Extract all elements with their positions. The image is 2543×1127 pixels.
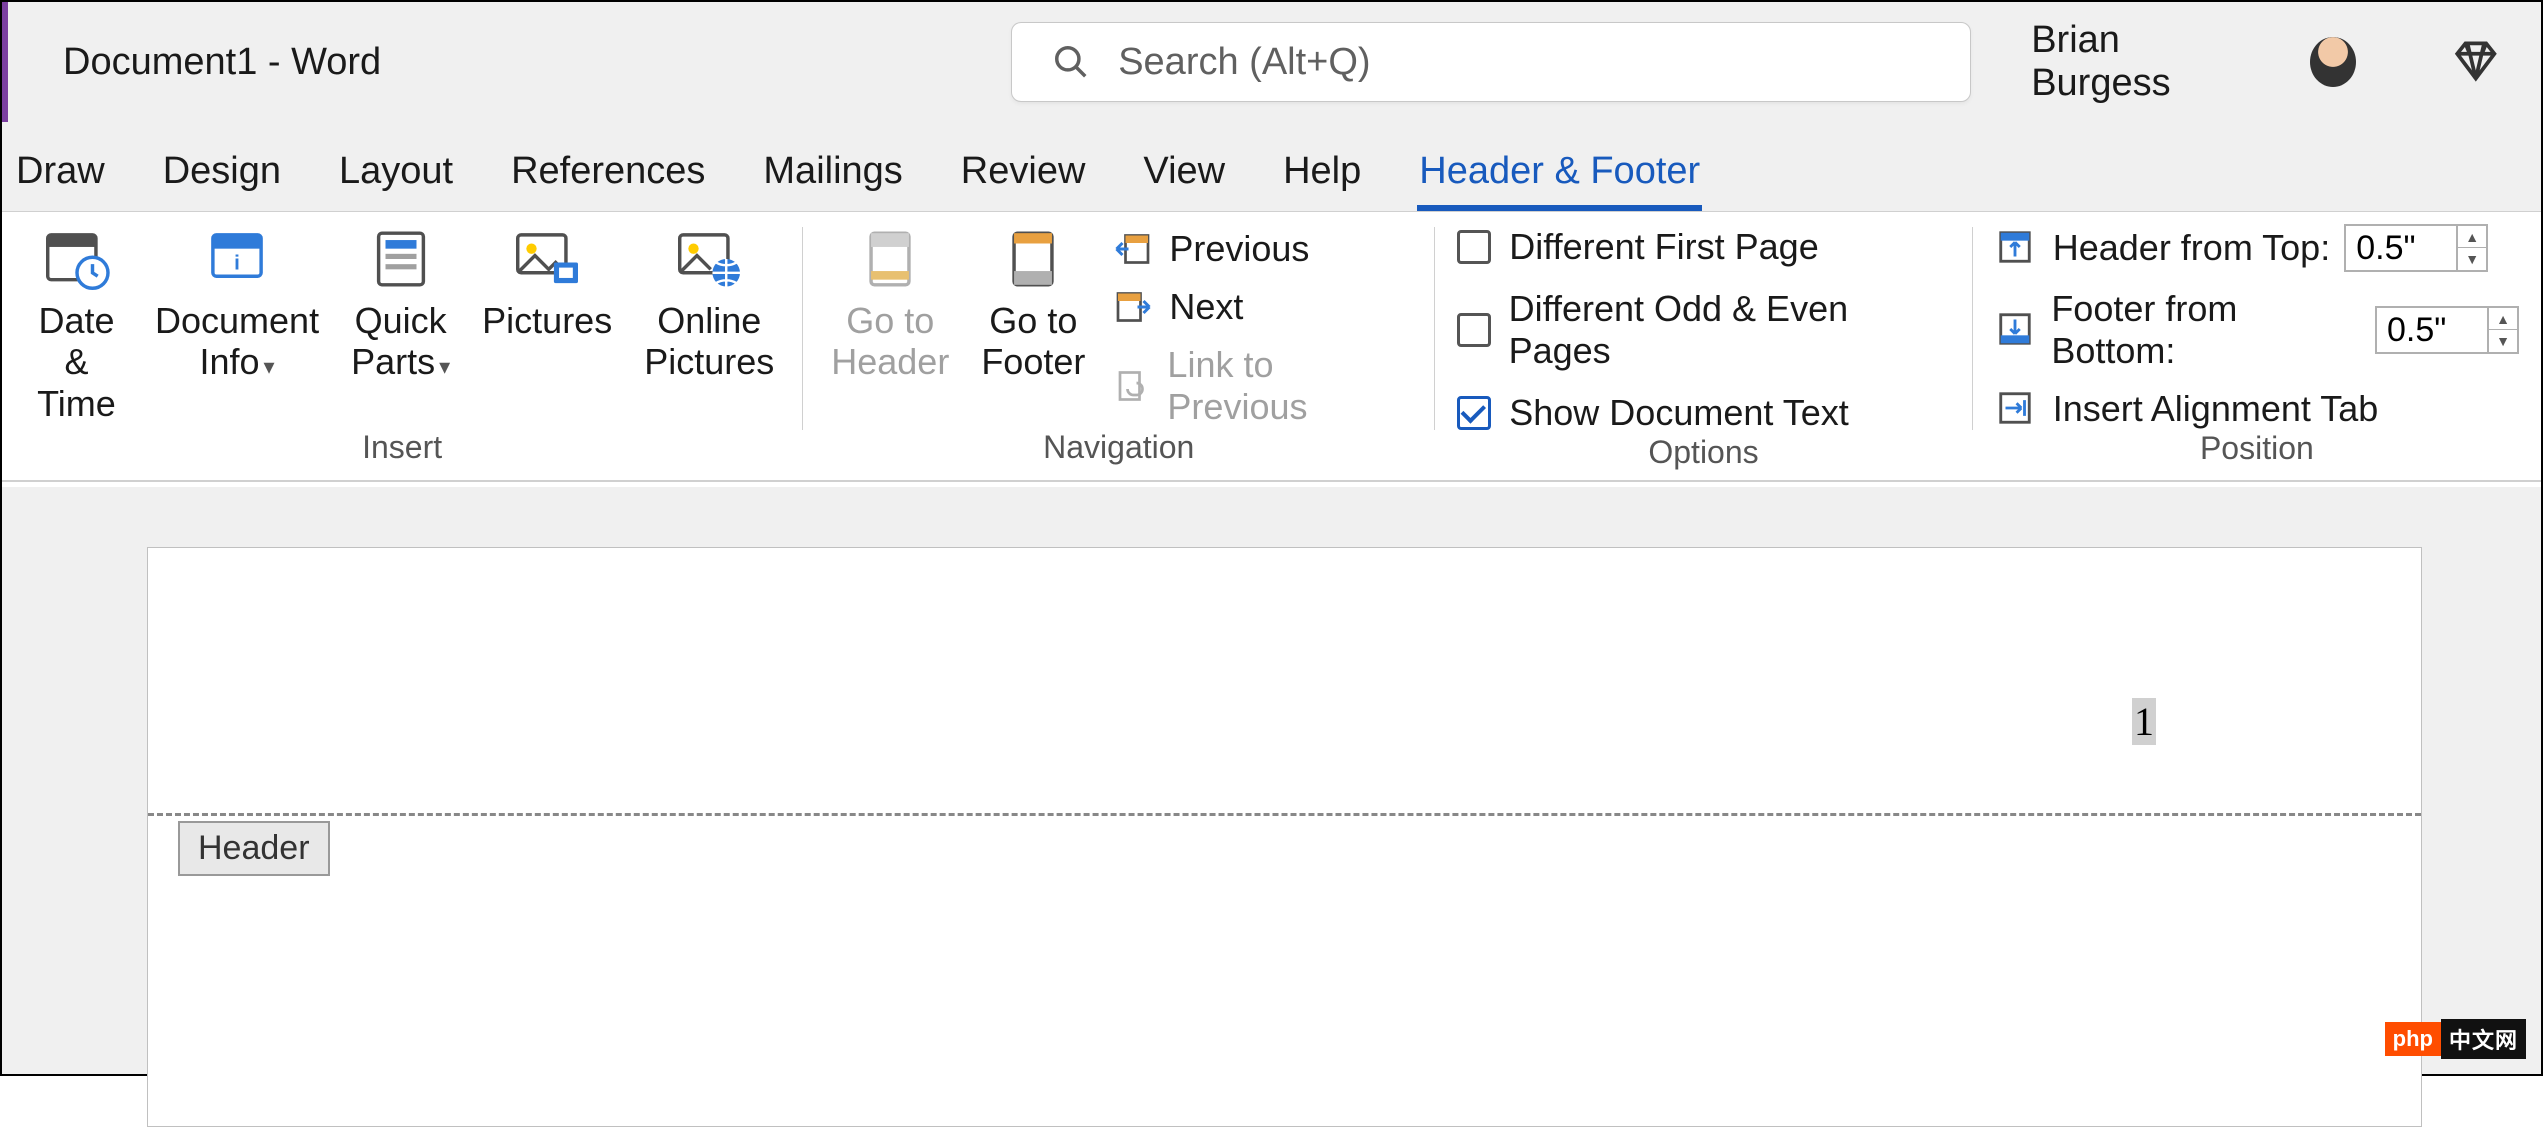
group-options-label: Options xyxy=(1457,434,1950,477)
link-to-previous-label: Link to Previous xyxy=(1167,344,1412,428)
document-info-label: Document Info xyxy=(155,300,319,382)
show-document-text-label: Show Document Text xyxy=(1509,392,1849,434)
show-document-text-checkbox[interactable]: Show Document Text xyxy=(1457,392,1950,434)
tab-header-footer[interactable]: Header & Footer xyxy=(1417,150,1702,211)
footer-from-bottom-input[interactable] xyxy=(2377,311,2487,350)
go-to-header-label: Go to Header xyxy=(831,300,949,383)
different-odd-even-label: Different Odd & Even Pages xyxy=(1509,288,1950,372)
pictures-button[interactable]: Pictures xyxy=(476,224,618,345)
svg-text:i: i xyxy=(234,251,240,274)
document-info-button[interactable]: i Document Info▾ xyxy=(149,224,325,387)
online-pictures-label: Online Pictures xyxy=(644,300,774,383)
tab-draw[interactable]: Draw xyxy=(14,150,107,211)
date-time-label: Date & Time xyxy=(30,300,123,424)
header-from-top-input[interactable] xyxy=(2346,229,2456,268)
tab-design[interactable]: Design xyxy=(161,150,283,211)
different-first-page-checkbox[interactable]: Different First Page xyxy=(1457,226,1950,268)
go-to-footer-label: Go to Footer xyxy=(981,300,1085,383)
date-time-button[interactable]: Date & Time xyxy=(24,224,129,428)
group-insert-label: Insert xyxy=(24,429,780,472)
previous-button[interactable]: Previous xyxy=(1111,228,1412,270)
watermark-left: php xyxy=(2385,1022,2441,1056)
footer-bottom-icon xyxy=(1995,310,2038,350)
go-to-footer-icon xyxy=(997,228,1069,290)
checkbox-checked-icon xyxy=(1457,396,1491,430)
watermark-right: 中文网 xyxy=(2441,1019,2526,1059)
tab-help[interactable]: Help xyxy=(1281,150,1363,211)
quick-parts-label: Quick Parts xyxy=(351,300,447,382)
header-top-icon xyxy=(1995,228,2039,268)
pictures-label: Pictures xyxy=(482,300,612,341)
search-box[interactable]: Search (Alt+Q) xyxy=(1011,22,1971,102)
footer-from-bottom-row: Footer from Bottom: ▲▼ xyxy=(1995,288,2519,372)
tab-mailings[interactable]: Mailings xyxy=(761,150,904,211)
header-from-top-label: Header from Top: xyxy=(2053,227,2330,269)
calendar-clock-icon xyxy=(41,228,113,290)
group-position-label: Position xyxy=(1995,430,2519,473)
header-boundary-line xyxy=(148,813,2421,816)
document-canvas[interactable]: 1 Header xyxy=(2,487,2541,1074)
spin-up-icon[interactable]: ▲ xyxy=(2489,308,2517,330)
avatar[interactable] xyxy=(2310,37,2356,87)
go-to-header-icon xyxy=(854,228,926,290)
document-info-icon: i xyxy=(201,228,273,290)
header-from-top-spinner[interactable]: ▲▼ xyxy=(2344,224,2488,272)
tab-references[interactable]: References xyxy=(509,150,707,211)
insert-alignment-tab-label: Insert Alignment Tab xyxy=(2053,388,2379,430)
online-pictures-button[interactable]: Online Pictures xyxy=(638,224,780,387)
spin-up-icon[interactable]: ▲ xyxy=(2458,226,2486,248)
next-icon xyxy=(1111,287,1155,327)
tab-view[interactable]: View xyxy=(1141,150,1227,211)
link-to-previous-button: Link to Previous xyxy=(1111,344,1412,428)
ribbon-tabs: Draw Design Layout References Mailings R… xyxy=(2,122,2541,212)
footer-from-bottom-spinner[interactable]: ▲▼ xyxy=(2375,306,2519,354)
header-area[interactable]: 1 xyxy=(148,548,2421,813)
checkbox-icon xyxy=(1457,230,1491,264)
header-from-top-row: Header from Top: ▲▼ xyxy=(1995,224,2519,272)
page-number-field[interactable]: 1 xyxy=(2132,698,2156,745)
previous-label: Previous xyxy=(1169,228,1309,270)
search-placeholder: Search (Alt+Q) xyxy=(1118,41,1370,84)
go-to-footer-button[interactable]: Go to Footer xyxy=(975,224,1091,387)
header-tag: Header xyxy=(178,821,330,876)
spin-down-icon[interactable]: ▼ xyxy=(2458,248,2486,270)
group-navigation-label: Navigation xyxy=(825,429,1412,472)
online-pictures-icon xyxy=(673,228,745,290)
go-to-header-button: Go to Header xyxy=(825,224,955,387)
quick-parts-icon xyxy=(365,228,437,290)
diamond-icon[interactable] xyxy=(2451,35,2501,89)
tab-layout[interactable]: Layout xyxy=(337,150,455,211)
alignment-tab-icon xyxy=(1995,389,2039,429)
ribbon: Date & Time i Document Info▾ Quick Parts… xyxy=(2,212,2541,482)
group-navigation: Go to Header Go to Footer Previous Next xyxy=(803,212,1434,480)
document-page[interactable]: 1 Header xyxy=(147,547,2422,1127)
group-insert: Date & Time i Document Info▾ Quick Parts… xyxy=(2,212,802,480)
chevron-down-icon: ▾ xyxy=(264,354,275,379)
next-label: Next xyxy=(1169,286,1243,328)
group-position: Header from Top: ▲▼ Footer from Bottom: … xyxy=(1973,212,2541,480)
user-name[interactable]: Brian Burgess xyxy=(2031,19,2250,105)
title-bar: Document1 - Word Search (Alt+Q) Brian Bu… xyxy=(2,2,2541,122)
document-title: Document1 - Word xyxy=(63,41,381,84)
search-icon xyxy=(1052,43,1090,81)
different-first-page-label: Different First Page xyxy=(1509,226,1818,268)
watermark: php 中文网 xyxy=(2385,1019,2526,1059)
different-odd-even-checkbox[interactable]: Different Odd & Even Pages xyxy=(1457,288,1950,372)
tab-review[interactable]: Review xyxy=(959,150,1088,211)
chevron-down-icon: ▾ xyxy=(439,354,450,379)
pictures-icon xyxy=(511,228,583,290)
insert-alignment-tab-button[interactable]: Insert Alignment Tab xyxy=(1995,388,2519,430)
previous-icon xyxy=(1111,229,1155,269)
spin-down-icon[interactable]: ▼ xyxy=(2489,330,2517,352)
group-options: Different First Page Different Odd & Eve… xyxy=(1435,212,1972,480)
next-button[interactable]: Next xyxy=(1111,286,1412,328)
link-to-previous-icon xyxy=(1111,366,1153,406)
quick-parts-button[interactable]: Quick Parts▾ xyxy=(345,224,456,387)
footer-from-bottom-label: Footer from Bottom: xyxy=(2051,288,2361,372)
checkbox-icon xyxy=(1457,313,1490,347)
